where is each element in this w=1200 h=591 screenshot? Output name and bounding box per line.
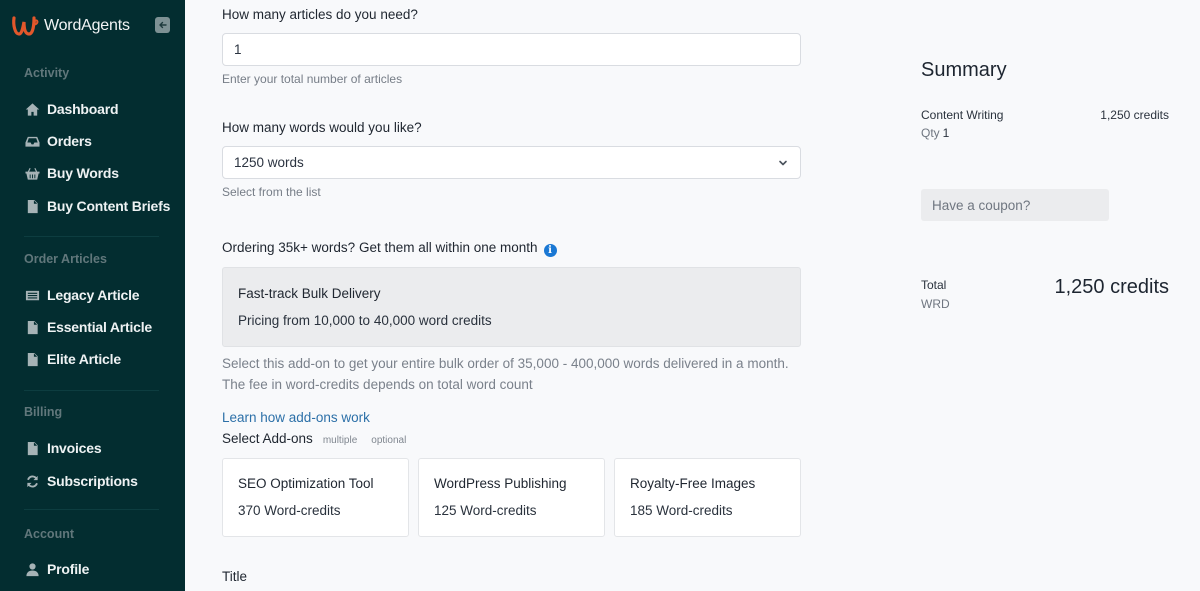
words-label: How many words would you like? [222,120,422,135]
addon-title: WordPress Publishing [434,476,567,491]
sidebar-item-label: Legacy Article [47,287,140,303]
bulk-heading-text: Ordering 35k+ words? Get them all within… [222,240,538,255]
home-icon [24,101,40,117]
sidebar-item-label: Dashboard [47,101,119,117]
bulk-heading: Ordering 35k+ words? Get them all within… [222,240,557,257]
addon-card-images[interactable]: Royalty-Free Images 185 Word-credits [614,458,801,537]
sidebar-item-legacy-article[interactable]: Legacy Article [24,285,140,305]
learn-addons-link[interactable]: Learn how add-ons work [222,410,370,425]
document-icon [24,440,40,456]
qty-value: 1 [942,126,950,140]
qty-label: Qty [921,126,940,140]
inbox-icon [24,133,40,149]
coupon-input[interactable]: Have a coupon? [921,189,1109,221]
addon-card-seo[interactable]: SEO Optimization Tool 370 Word-credits [222,458,409,537]
collapse-sidebar-button[interactable] [155,17,170,33]
chevron-down-icon [779,160,787,166]
user-icon [24,561,40,577]
addons-heading: Select Add-ons multiple optional [222,431,406,446]
addon-price: 370 Word-credits [238,503,341,518]
basket-icon [24,165,40,181]
summary-item-value: 1,250 credits [1100,108,1169,122]
sidebar-item-invoices[interactable]: Invoices [24,438,102,458]
sidebar: WordAgents Activity Dashboard Orders Buy… [0,0,185,591]
summary-item-name: Content Writing [921,108,1004,122]
coupon-placeholder: Have a coupon? [932,197,1031,213]
sidebar-item-essential-article[interactable]: Essential Article [24,317,152,337]
bulk-delivery-pricing: Pricing from 10,000 to 40,000 word credi… [238,313,492,328]
total-label: Total [921,278,947,292]
sidebar-item-label: Orders [47,133,92,149]
sidebar-divider [24,236,159,237]
arrow-left-icon [158,21,167,29]
sidebar-item-profile[interactable]: Profile [24,559,89,579]
words-help: Select from the list [222,185,321,199]
document-icon [24,198,40,214]
sidebar-item-label: Subscriptions [47,473,138,489]
bulk-delivery-description: Select this add-on to get your entire bu… [222,356,789,392]
bulk-delivery-title: Fast-track Bulk Delivery [238,286,381,301]
title-label: Title [222,569,248,584]
wordagents-logo-icon [12,16,39,36]
words-select-value: 1250 words [234,155,304,170]
brand-name: WordAgents [44,17,130,34]
sidebar-item-orders[interactable]: Orders [24,131,92,151]
sidebar-item-label: Essential Article [47,319,153,335]
order-form: How many articles do you need? 1 Enter y… [185,0,885,591]
sidebar-item-subscriptions[interactable]: Subscriptions [24,471,138,491]
articles-input-value: 1 [234,42,242,57]
order-summary: Summary Content Writing 1,250 credits Qt… [921,0,1181,591]
section-label-activity: Activity [24,66,70,80]
words-select[interactable]: 1250 words [222,146,801,179]
sidebar-divider [24,509,159,510]
tag-multiple: multiple [322,435,358,446]
sidebar-item-dashboard[interactable]: Dashboard [24,99,119,119]
brand[interactable]: WordAgents [11,13,130,39]
refresh-icon [24,473,40,489]
addon-title: SEO Optimization Tool [238,476,374,491]
list-card-icon [24,287,40,303]
section-label-billing: Billing [24,405,63,419]
sidebar-item-label: Buy Words [47,165,119,181]
articles-label: How many articles do you need? [222,7,418,22]
articles-help: Enter your total number of articles [222,72,403,86]
addons-label: Select Add-ons [222,431,313,446]
sidebar-divider [24,390,159,391]
sidebar-item-buy-content-briefs[interactable]: Buy Content Briefs [24,196,170,216]
document-icon [24,319,40,335]
info-icon[interactable]: i [543,244,557,257]
document-icon [24,351,40,367]
addon-price: 125 Word-credits [434,503,537,518]
sidebar-item-label: Buy Content Briefs [47,198,171,214]
sidebar-item-label: Invoices [47,440,102,456]
tag-optional: optional [371,435,407,446]
addon-title: Royalty-Free Images [630,476,756,491]
sidebar-item-label: Elite Article [47,351,121,367]
articles-input[interactable]: 1 [222,33,801,66]
total-currency: WRD [921,297,950,311]
sidebar-item-label: Profile [47,561,90,577]
section-label-order-articles: Order Articles [24,252,107,266]
section-label-account: Account [24,527,74,541]
total-value: 1,250 credits [1054,276,1169,298]
sidebar-item-elite-article[interactable]: Elite Article [24,349,121,369]
bulk-delivery-option[interactable]: Fast-track Bulk Delivery Pricing from 10… [222,267,801,347]
summary-title: Summary [921,59,1007,81]
summary-qty: Qty 1 [921,126,949,140]
sidebar-item-buy-words[interactable]: Buy Words [24,163,119,183]
addon-price: 185 Word-credits [630,503,733,518]
addon-card-wordpress[interactable]: WordPress Publishing 125 Word-credits [418,458,605,537]
